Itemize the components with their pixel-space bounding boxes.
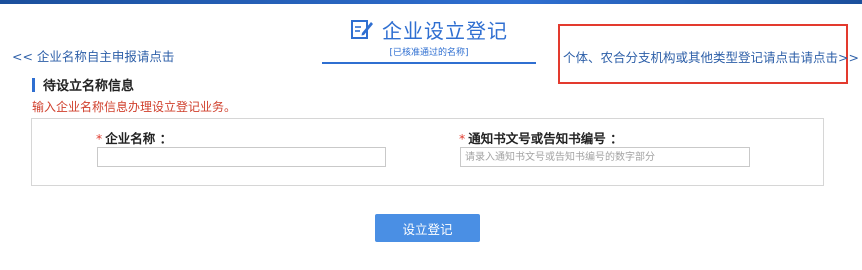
notice-number-label: * 通知书文号或告知书编号 ： — [459, 128, 623, 147]
header-title-row: 企业设立登记 — [322, 14, 536, 44]
other-registration-types-link[interactable]: 个体、农合分支机构或其他类型登记请点击请点击>> — [563, 47, 859, 66]
section-title: 待设立名称信息 — [43, 79, 135, 94]
top-accent-bar — [0, 0, 862, 4]
section-marker — [32, 77, 35, 92]
edit-form-icon — [350, 17, 374, 41]
page-subtitle: [已核准通过的名称] — [389, 48, 469, 58]
required-asterisk: * — [459, 131, 466, 146]
company-name-input[interactable] — [97, 147, 386, 167]
page-header: 企业设立登记 [已核准通过的名称] — [322, 14, 536, 64]
register-submit-button[interactable]: 设立登记 — [375, 214, 480, 242]
page-title: 企业设立登记 — [382, 18, 508, 43]
notice-number-input[interactable] — [460, 147, 750, 167]
notice-number-label-text: 通知书文号或告知书编号 ： — [468, 131, 623, 146]
company-name-label-text: 企业名称 ： — [105, 131, 173, 146]
name-self-declaration-link[interactable]: << 企业名称自主申报请点击 — [12, 46, 174, 65]
required-asterisk: * — [96, 131, 103, 146]
company-name-label: * 企业名称 ： — [96, 128, 172, 147]
section-heading: 待设立名称信息 — [32, 75, 134, 94]
instruction-hint: 输入企业名称信息办理设立登记业务。 — [32, 100, 237, 114]
